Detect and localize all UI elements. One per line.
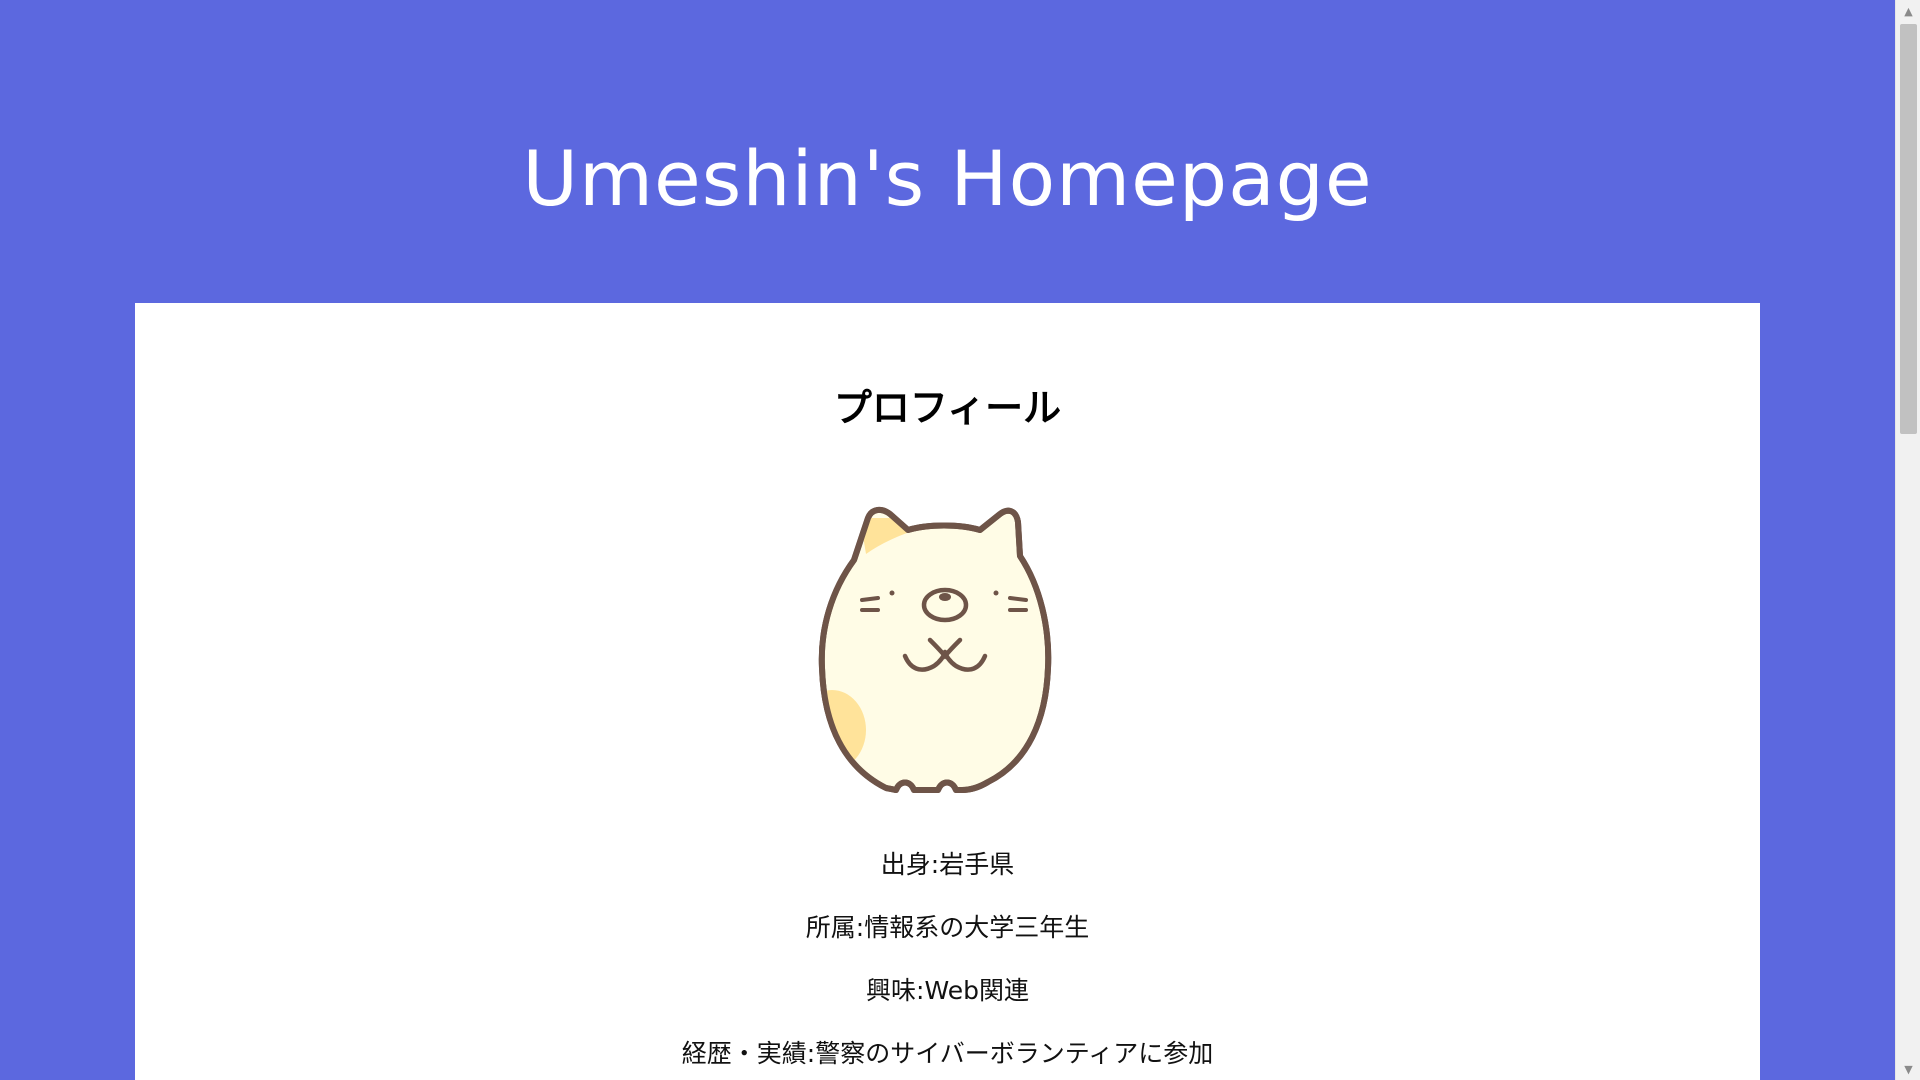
site-header: Umeshin's Homepage [0, 0, 1895, 303]
cat-mascot-illustration [818, 506, 1052, 793]
profile-career: 経歴・実績:警察のサイバーボランティアに参加 [681, 1039, 1214, 1068]
profile-card: プロフィール 出身:岩手県 所属:情報系の大学三年生 興味:Web関連 経歴・実… [135, 303, 1760, 1080]
scroll-down-arrow-icon[interactable]: ▼ [1896, 1058, 1920, 1080]
profile-heading: プロフィール [833, 386, 1062, 430]
site-title: Umeshin's Homepage [522, 134, 1373, 223]
page-viewport: Umeshin's Homepage プロフィール 出身:岩手県 所属:情報系の… [0, 0, 1895, 1080]
vertical-scrollbar[interactable]: ▲ ▼ [1895, 0, 1920, 1080]
scroll-thumb[interactable] [1900, 24, 1917, 434]
profile-affiliation: 所属:情報系の大学三年生 [805, 913, 1090, 942]
profile-interest: 興味:Web関連 [866, 976, 1029, 1005]
profile-hometown: 出身:岩手県 [880, 850, 1015, 879]
scroll-up-arrow-icon[interactable]: ▲ [1896, 0, 1920, 22]
profile-info-list: 出身:岩手県 所属:情報系の大学三年生 興味:Web関連 経歴・実績:警察のサイ… [135, 848, 1760, 1080]
